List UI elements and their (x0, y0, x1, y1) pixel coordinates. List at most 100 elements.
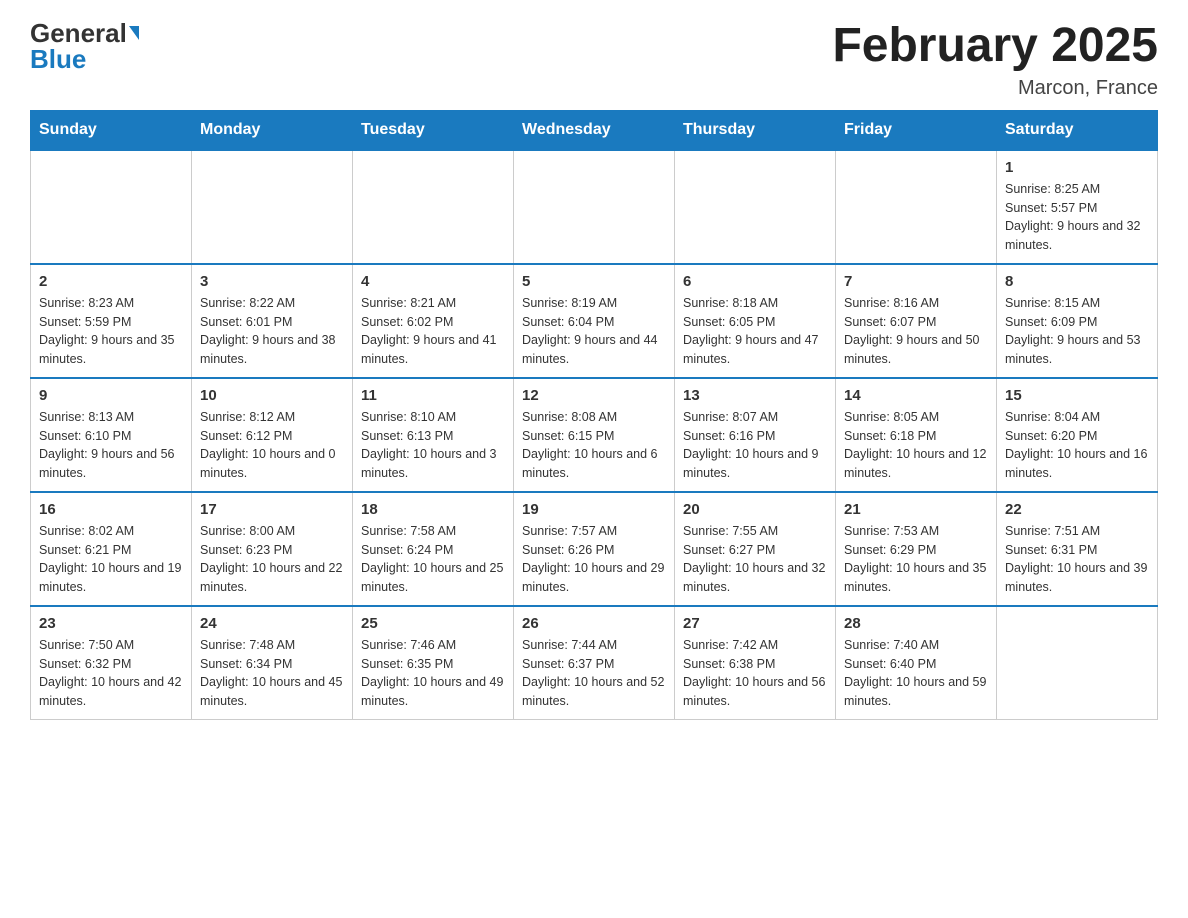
calendar-week-5: 23 Sunrise: 7:50 AMSunset: 6:32 PMDayligh… (31, 606, 1158, 720)
day-number: 10 (200, 387, 344, 404)
day-info: Sunrise: 8:07 AMSunset: 6:16 PMDaylight:… (683, 408, 827, 483)
calendar-cell: 14 Sunrise: 8:05 AMSunset: 6:18 PMDayligh… (836, 378, 997, 492)
day-info: Sunrise: 8:13 AMSunset: 6:10 PMDaylight:… (39, 408, 183, 483)
location-text: Marcon, France (832, 77, 1158, 100)
day-info: Sunrise: 7:50 AMSunset: 6:32 PMDaylight:… (39, 636, 183, 711)
day-info: Sunrise: 8:10 AMSunset: 6:13 PMDaylight:… (361, 408, 505, 483)
day-number: 8 (1005, 273, 1149, 290)
calendar-cell: 20Sunrise: 7:55 AMSunset: 6:27 PMDayligh… (675, 492, 836, 606)
day-number: 5 (522, 273, 666, 290)
calendar-cell: 9 Sunrise: 8:13 AMSunset: 6:10 PMDaylight… (31, 378, 192, 492)
day-info: Sunrise: 8:15 AMSunset: 6:09 PMDaylight:… (1005, 294, 1149, 369)
day-number: 2 (39, 273, 183, 290)
day-number: 21 (844, 501, 988, 518)
calendar-cell: 13 Sunrise: 8:07 AMSunset: 6:16 PMDayligh… (675, 378, 836, 492)
calendar-week-2: 2 Sunrise: 8:23 AMSunset: 5:59 PMDaylight… (31, 264, 1158, 378)
day-info: Sunrise: 8:25 AMSunset: 5:57 PMDaylight:… (1005, 180, 1149, 255)
calendar-cell: 25 Sunrise: 7:46 AMSunset: 6:35 PMDayligh… (353, 606, 514, 720)
day-info: Sunrise: 8:04 AMSunset: 6:20 PMDaylight:… (1005, 408, 1149, 483)
day-number: 15 (1005, 387, 1149, 404)
calendar-cell: 27 Sunrise: 7:42 AMSunset: 6:38 PMDayligh… (675, 606, 836, 720)
day-number: 23 (39, 615, 183, 632)
day-number: 22 (1005, 501, 1149, 518)
day-info: Sunrise: 7:55 AMSunset: 6:27 PMDaylight:… (683, 522, 827, 597)
day-info: Sunrise: 8:00 AMSunset: 6:23 PMDaylight:… (200, 522, 344, 597)
calendar-cell (353, 150, 514, 264)
logo-general-text: General (30, 20, 127, 46)
day-info: Sunrise: 7:42 AMSunset: 6:38 PMDaylight:… (683, 636, 827, 711)
calendar-cell: 2 Sunrise: 8:23 AMSunset: 5:59 PMDaylight… (31, 264, 192, 378)
day-info: Sunrise: 8:02 AMSunset: 6:21 PMDaylight:… (39, 522, 183, 597)
logo: General Blue (30, 20, 139, 72)
day-number: 18 (361, 501, 505, 518)
calendar-cell: 11 Sunrise: 8:10 AMSunset: 6:13 PMDayligh… (353, 378, 514, 492)
title-block: February 2025 Marcon, France (832, 20, 1158, 100)
day-number: 19 (522, 501, 666, 518)
day-number: 24 (200, 615, 344, 632)
calendar-cell: 28 Sunrise: 7:40 AMSunset: 6:40 PMDayligh… (836, 606, 997, 720)
day-info: Sunrise: 8:08 AMSunset: 6:15 PMDaylight:… (522, 408, 666, 483)
calendar-header-sunday: Sunday (31, 110, 192, 150)
day-info: Sunrise: 7:57 AMSunset: 6:26 PMDaylight:… (522, 522, 666, 597)
day-number: 17 (200, 501, 344, 518)
calendar-header-wednesday: Wednesday (514, 110, 675, 150)
calendar-cell: 8 Sunrise: 8:15 AMSunset: 6:09 PMDaylight… (997, 264, 1158, 378)
calendar-cell: 18Sunrise: 7:58 AMSunset: 6:24 PMDayligh… (353, 492, 514, 606)
logo-blue-text: Blue (30, 46, 86, 72)
calendar-cell: 15 Sunrise: 8:04 AMSunset: 6:20 PMDayligh… (997, 378, 1158, 492)
day-number: 27 (683, 615, 827, 632)
calendar-header-row: SundayMondayTuesdayWednesdayThursdayFrid… (31, 110, 1158, 150)
calendar-header-thursday: Thursday (675, 110, 836, 150)
calendar-cell: 17 Sunrise: 8:00 AMSunset: 6:23 PMDayligh… (192, 492, 353, 606)
calendar-cell: 6 Sunrise: 8:18 AMSunset: 6:05 PMDaylight… (675, 264, 836, 378)
day-info: Sunrise: 8:21 AMSunset: 6:02 PMDaylight:… (361, 294, 505, 369)
calendar-cell: 3Sunrise: 8:22 AMSunset: 6:01 PMDaylight… (192, 264, 353, 378)
day-info: Sunrise: 7:48 AMSunset: 6:34 PMDaylight:… (200, 636, 344, 711)
calendar-cell: 22 Sunrise: 7:51 AMSunset: 6:31 PMDayligh… (997, 492, 1158, 606)
month-title: February 2025 (832, 20, 1158, 73)
calendar-cell: 19 Sunrise: 7:57 AMSunset: 6:26 PMDayligh… (514, 492, 675, 606)
calendar-cell (192, 150, 353, 264)
calendar-table: SundayMondayTuesdayWednesdayThursdayFrid… (30, 110, 1158, 720)
calendar-header-tuesday: Tuesday (353, 110, 514, 150)
calendar-cell: 26Sunrise: 7:44 AMSunset: 6:37 PMDayligh… (514, 606, 675, 720)
day-info: Sunrise: 8:05 AMSunset: 6:18 PMDaylight:… (844, 408, 988, 483)
day-info: Sunrise: 8:12 AMSunset: 6:12 PMDaylight:… (200, 408, 344, 483)
day-number: 14 (844, 387, 988, 404)
calendar-cell (997, 606, 1158, 720)
calendar-cell (514, 150, 675, 264)
day-number: 3 (200, 273, 344, 290)
calendar-cell (836, 150, 997, 264)
day-info: Sunrise: 8:18 AMSunset: 6:05 PMDaylight:… (683, 294, 827, 369)
logo-arrow-icon (129, 26, 139, 40)
day-info: Sunrise: 7:46 AMSunset: 6:35 PMDaylight:… (361, 636, 505, 711)
calendar-cell: 1 Sunrise: 8:25 AMSunset: 5:57 PMDaylight… (997, 150, 1158, 264)
day-number: 28 (844, 615, 988, 632)
calendar-cell: 16Sunrise: 8:02 AMSunset: 6:21 PMDayligh… (31, 492, 192, 606)
calendar-cell: 12 Sunrise: 8:08 AMSunset: 6:15 PMDayligh… (514, 378, 675, 492)
calendar-header-monday: Monday (192, 110, 353, 150)
calendar-header-friday: Friday (836, 110, 997, 150)
calendar-cell: 23 Sunrise: 7:50 AMSunset: 6:32 PMDayligh… (31, 606, 192, 720)
day-number: 9 (39, 387, 183, 404)
day-info: Sunrise: 8:23 AMSunset: 5:59 PMDaylight:… (39, 294, 183, 369)
day-number: 12 (522, 387, 666, 404)
day-number: 26 (522, 615, 666, 632)
day-info: Sunrise: 8:19 AMSunset: 6:04 PMDaylight:… (522, 294, 666, 369)
day-info: Sunrise: 7:40 AMSunset: 6:40 PMDaylight:… (844, 636, 988, 711)
day-number: 4 (361, 273, 505, 290)
calendar-week-4: 16Sunrise: 8:02 AMSunset: 6:21 PMDayligh… (31, 492, 1158, 606)
day-number: 11 (361, 387, 505, 404)
day-number: 13 (683, 387, 827, 404)
day-number: 6 (683, 273, 827, 290)
calendar-cell: 10 Sunrise: 8:12 AMSunset: 6:12 PMDayligh… (192, 378, 353, 492)
day-number: 7 (844, 273, 988, 290)
calendar-cell: 21Sunrise: 7:53 AMSunset: 6:29 PMDayligh… (836, 492, 997, 606)
day-number: 25 (361, 615, 505, 632)
day-info: Sunrise: 7:51 AMSunset: 6:31 PMDaylight:… (1005, 522, 1149, 597)
calendar-cell (31, 150, 192, 264)
calendar-cell: 5 Sunrise: 8:19 AMSunset: 6:04 PMDaylight… (514, 264, 675, 378)
day-number: 1 (1005, 159, 1149, 176)
calendar-header-saturday: Saturday (997, 110, 1158, 150)
page-header: General Blue February 2025 Marcon, Franc… (30, 20, 1158, 100)
